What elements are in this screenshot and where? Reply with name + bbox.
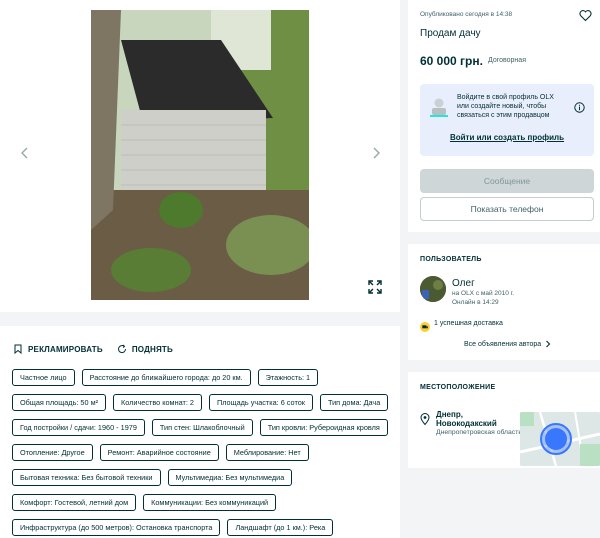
tag: Расстояние до ближайшего города: до 20 к…	[81, 369, 251, 386]
gallery	[0, 0, 400, 312]
message-button[interactable]: Сообщение	[420, 169, 594, 193]
expand-icon[interactable]	[367, 279, 383, 295]
all-ads-label: Все объявления автора	[464, 340, 542, 348]
listing-actions: РЕКЛАМИРОВАТЬ ПОДНЯТЬ	[13, 344, 173, 354]
tag: Отопление: Другое	[12, 444, 93, 461]
parameter-tags: Частное лицо Расстояние до ближайшего го…	[12, 369, 392, 536]
tag: Ремонт: Аварийное состояние	[99, 444, 219, 461]
all-ads-link[interactable]: Все объявления автора	[464, 340, 551, 348]
login-link[interactable]: Войти или создать профиль	[420, 133, 594, 142]
tag: Год постройки / сдачи: 1960 - 1979	[12, 419, 145, 436]
tag: Площадь участка: 6 соток	[208, 394, 313, 411]
login-prompt: Войдите в свой профиль OLX или создайте …	[420, 84, 594, 156]
ad-title: Продам дачу	[420, 28, 481, 39]
tag: Коммуникации: Без коммуникаций	[143, 494, 277, 511]
tag: Бытовая техника: Без бытовой техники	[12, 469, 161, 486]
tag: Инфраструктура (до 500 метров): Остановк…	[12, 519, 221, 536]
chevron-left-icon[interactable]	[18, 144, 32, 162]
delivery-count: 1 успешная доставка	[434, 320, 503, 327]
listing-photo[interactable]	[91, 10, 309, 300]
tag: Этажность: 1	[257, 369, 319, 386]
delivery-icon	[420, 319, 430, 332]
location-city: Днепр, Новокодакский	[436, 410, 497, 428]
negotiable-label: Договорная	[488, 57, 526, 64]
refresh-icon	[117, 344, 126, 354]
chevron-right-icon	[546, 340, 551, 348]
location-region: Днепропетровская область	[436, 429, 522, 436]
location-map[interactable]	[520, 412, 600, 466]
bookmark-icon	[14, 344, 22, 354]
promote-label: РЕКЛАМИРОВАТЬ	[28, 344, 103, 354]
seller-panel: ПОЛЬЗОВАТЕЛЬ Олег на OLX с май 2010 г. О…	[408, 244, 600, 360]
tag: Общая площадь: 50 м²	[12, 394, 107, 411]
seller-name: Олег	[452, 278, 475, 289]
tag: Мультимедиа: Без мультимедиа	[167, 469, 293, 486]
price: 60 000 грн.	[420, 54, 483, 68]
tag: Тип кровли: Рубероидная кровля	[259, 419, 388, 436]
offer-panel: Опубликовано сегодня в 14:38 Продам дачу…	[408, 0, 600, 232]
promote-button[interactable]: РЕКЛАМИРОВАТЬ	[13, 344, 103, 354]
chevron-right-icon[interactable]	[369, 144, 383, 162]
location-pin-icon	[420, 412, 430, 426]
login-prompt-text: Войдите в свой профиль OLX или создайте …	[457, 94, 554, 119]
tag: Тип стен: Шлакоблочный	[151, 419, 253, 436]
raise-button[interactable]: ПОДНЯТЬ	[117, 344, 173, 354]
raise-label: ПОДНЯТЬ	[131, 344, 173, 354]
listing-details: РЕКЛАМИРОВАТЬ ПОДНЯТЬ Частное лицо Расст…	[0, 326, 400, 538]
location-panel: МЕСТОПОЛОЖЕНИЕ Днепр, Новокодакский Днеп…	[408, 372, 600, 468]
show-phone-button[interactable]: Показать телефон	[420, 197, 594, 221]
profile-illustration-icon	[428, 95, 450, 119]
heart-icon[interactable]	[579, 9, 592, 22]
tag: Частное лицо	[12, 369, 75, 386]
seller-online: Онлайн в 14:29	[452, 299, 499, 306]
info-icon[interactable]	[574, 100, 585, 113]
tag: Ландшафт (до 1 км.): Река	[227, 519, 334, 536]
location-heading: МЕСТОПОЛОЖЕНИЕ	[420, 384, 496, 391]
tag: Тип дома: Дача	[319, 394, 389, 411]
seller-since: на OLX с май 2010 г.	[452, 290, 515, 297]
seller-heading: ПОЛЬЗОВАТЕЛЬ	[420, 256, 482, 263]
avatar[interactable]	[420, 276, 446, 302]
published-date: Опубликовано сегодня в 14:38	[420, 11, 513, 18]
tag: Меблирование: Нет	[225, 444, 309, 461]
tag: Количество комнат: 2	[113, 394, 202, 411]
tag: Комфорт: Гостевой, летний дом	[12, 494, 137, 511]
